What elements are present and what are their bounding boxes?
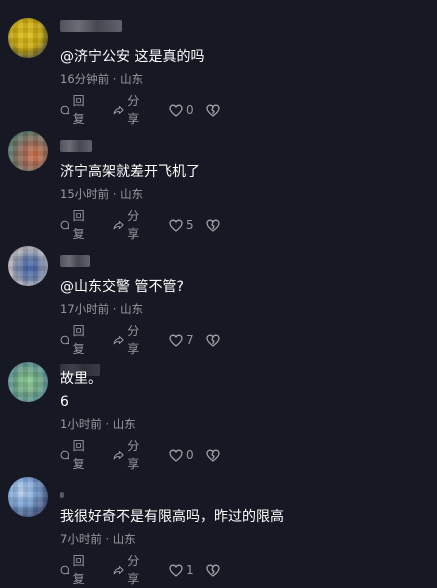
comment-time: 16分钟前 <box>60 72 110 86</box>
username-blurred[interactable] <box>60 492 64 498</box>
share-label: 分享 <box>127 439 140 471</box>
reply-icon <box>60 105 69 115</box>
heart-icon <box>169 219 183 232</box>
comment-location: 山东 <box>112 417 136 431</box>
avatar[interactable] <box>8 18 48 58</box>
broken-heart-icon <box>206 219 220 232</box>
share-icon <box>113 566 124 575</box>
dislike-button[interactable] <box>206 101 220 119</box>
heart-icon <box>169 564 183 577</box>
broken-heart-icon <box>206 564 220 577</box>
share-icon <box>113 336 124 345</box>
comment-location: 山东 <box>120 72 144 86</box>
like-button[interactable]: 7 <box>169 331 194 349</box>
comment-time: 17小时前 <box>60 302 110 316</box>
share-label: 分享 <box>127 209 140 241</box>
comment-text: 故里。 <box>60 371 102 387</box>
comment-time: 1小时前 <box>60 417 102 431</box>
reply-label: 回复 <box>72 94 85 126</box>
dislike-button[interactable] <box>206 446 220 464</box>
reply-label: 回复 <box>72 324 85 356</box>
like-count: 1 <box>186 563 194 577</box>
username-blurred[interactable] <box>60 140 92 152</box>
username-blurred[interactable] <box>60 20 122 32</box>
reply-label: 回复 <box>72 439 85 471</box>
share-button[interactable]: 分享 <box>113 554 144 586</box>
comment-text: 我很好奇不是有限高吗，昨过的限高 <box>60 509 284 525</box>
like-count: 5 <box>186 218 194 232</box>
reply-icon <box>60 220 69 230</box>
dislike-button[interactable] <box>206 331 220 349</box>
avatar[interactable] <box>8 362 48 402</box>
reply-icon <box>60 565 69 575</box>
comment-text: @济宁公安 这是真的吗 <box>60 49 205 65</box>
share-icon <box>113 451 124 460</box>
heart-icon <box>169 449 183 462</box>
broken-heart-icon <box>206 334 220 347</box>
comment-time: 15小时前 <box>60 187 110 201</box>
reply-button[interactable]: 回复 <box>60 554 89 586</box>
comment-meta: 15小时前 · 山东 <box>60 187 144 201</box>
comment-text: @山东交警 管不管? <box>60 279 184 295</box>
reply-button[interactable]: 回复 <box>60 94 89 126</box>
share-button[interactable]: 分享 <box>113 324 144 356</box>
avatar[interactable] <box>8 246 48 286</box>
reply-icon <box>60 335 69 345</box>
share-button[interactable]: 分享 <box>113 94 144 126</box>
reply-label: 回复 <box>72 554 85 586</box>
broken-heart-icon <box>206 449 220 462</box>
heart-icon <box>169 104 183 117</box>
username-blurred[interactable] <box>60 255 90 267</box>
like-count: 0 <box>186 448 194 462</box>
reply-label: 回复 <box>72 209 85 241</box>
heart-icon <box>169 334 183 347</box>
comment-time: 7小时前 <box>60 532 102 546</box>
like-button[interactable]: 0 <box>169 446 194 464</box>
reply-button[interactable]: 回复 <box>60 324 89 356</box>
comment-location: 山东 <box>120 302 144 316</box>
share-icon <box>113 221 124 230</box>
reply-button[interactable]: 回复 <box>60 209 89 241</box>
dislike-button[interactable] <box>206 561 220 579</box>
avatar[interactable] <box>8 477 48 517</box>
broken-heart-icon <box>206 104 220 117</box>
share-label: 分享 <box>127 324 140 356</box>
share-icon <box>113 106 124 115</box>
comment-meta: 1小时前 · 山东 <box>60 417 136 431</box>
dislike-button[interactable] <box>206 216 220 234</box>
avatar[interactable] <box>8 131 48 171</box>
like-button[interactable]: 5 <box>169 216 194 234</box>
comment-text-line2: 6 <box>60 394 69 410</box>
like-button[interactable]: 0 <box>169 101 194 119</box>
comment-meta: 16分钟前 · 山东 <box>60 72 144 86</box>
comment-text: 济宁高架就差开飞机了 <box>60 164 200 180</box>
like-button[interactable]: 1 <box>169 561 194 579</box>
share-button[interactable]: 分享 <box>113 209 144 241</box>
share-button[interactable]: 分享 <box>113 439 144 471</box>
comment-location: 山东 <box>120 187 144 201</box>
like-count: 7 <box>186 333 194 347</box>
share-label: 分享 <box>127 554 140 586</box>
share-label: 分享 <box>127 94 140 126</box>
comment-location: 山东 <box>112 532 136 546</box>
reply-icon <box>60 450 69 460</box>
comment-meta: 17小时前 · 山东 <box>60 302 144 316</box>
reply-button[interactable]: 回复 <box>60 439 89 471</box>
comment-meta: 7小时前 · 山东 <box>60 532 136 546</box>
like-count: 0 <box>186 103 194 117</box>
